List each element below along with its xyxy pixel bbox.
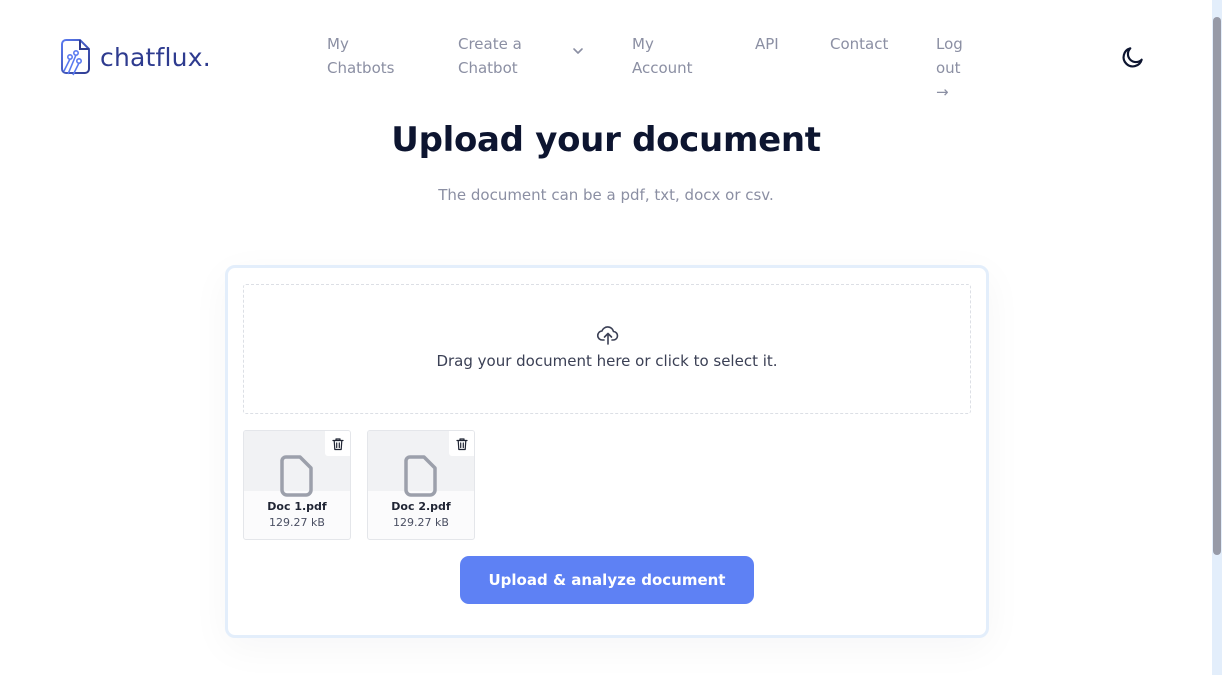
nav-label: Log out (936, 35, 963, 77)
delete-file-button[interactable] (325, 431, 350, 456)
chevron-down-icon[interactable] (572, 45, 584, 57)
nav-label: My (327, 35, 349, 53)
file-size: 129.27 kB (269, 516, 325, 529)
nav-label: API (755, 35, 779, 53)
delete-file-button[interactable] (449, 431, 474, 456)
cloud-upload-icon (596, 326, 619, 345)
page-subtitle: The document can be a pdf, txt, docx or … (438, 186, 774, 204)
logo-link[interactable]: chatflux. (60, 38, 211, 76)
file-item[interactable]: Doc 1.pdf 129.27 kB (243, 430, 351, 540)
nav-my-chatbots[interactable]: My Chatbots (327, 32, 394, 80)
file-item[interactable]: Doc 2.pdf 129.27 kB (367, 430, 475, 540)
brand-name: chatflux. (100, 42, 211, 72)
vertical-scrollbar[interactable] (1212, 0, 1222, 675)
file-name: Doc 2.pdf (391, 500, 451, 513)
nav-label: Chatbots (327, 59, 395, 77)
nav-create-chatbot[interactable]: Create a Chatbot (458, 32, 588, 80)
file-size: 129.27 kB (393, 516, 449, 529)
trash-icon (455, 437, 468, 450)
dropzone-text: Drag your document here or click to sele… (436, 352, 778, 370)
nav-label: Chatbot (458, 59, 518, 77)
nav-api[interactable]: API (755, 32, 779, 56)
file-dropzone[interactable]: Drag your document here or click to sele… (243, 284, 971, 414)
file-name: Doc 1.pdf (267, 500, 327, 513)
page-title: Upload your document (391, 120, 821, 160)
file-icon (404, 455, 437, 497)
arrow-right-icon: → (936, 83, 949, 101)
upload-card: Drag your document here or click to sele… (225, 265, 989, 638)
chatflux-logo-icon (61, 39, 90, 76)
file-list: Doc 1.pdf 129.27 kB Doc 2.pdf 129.27 kB (243, 430, 475, 540)
nav-label: Account (632, 59, 693, 77)
nav-contact[interactable]: Contact (830, 32, 888, 56)
nav-my-account[interactable]: My Account (632, 32, 693, 80)
file-icon (280, 455, 313, 497)
moon-icon[interactable] (1120, 44, 1146, 70)
upload-analyze-button[interactable]: Upload & analyze document (460, 556, 754, 604)
nav-label: Contact (830, 35, 889, 53)
nav-label: Create a (458, 35, 522, 53)
page: chatflux. My Chatbots Create a Chatbot M… (0, 0, 1212, 675)
scrollbar-thumb[interactable] (1213, 17, 1221, 555)
nav-label: My (632, 35, 654, 53)
nav-log-out[interactable]: Log out → (936, 32, 963, 104)
trash-icon (331, 437, 344, 450)
